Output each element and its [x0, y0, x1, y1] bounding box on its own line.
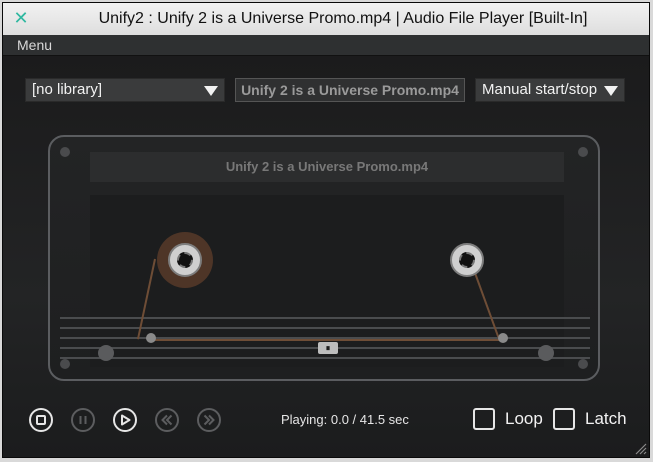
library-select[interactable]: [no library]: [25, 78, 225, 102]
right-reel: [450, 243, 484, 277]
reel-hub: [459, 252, 475, 268]
fast-forward-icon: [203, 414, 215, 426]
cassette-stripe: [60, 357, 590, 359]
window-title: Unify2 : Unify 2 is a Universe Promo.mp4…: [98, 10, 588, 27]
screw: [60, 359, 70, 369]
cassette-stripe: [60, 317, 590, 319]
tape-guide: [146, 333, 156, 343]
center-marker: ⏸: [318, 342, 338, 354]
file-name-display: Unify 2 is a Universe Promo.mp4: [235, 78, 465, 102]
menu-button[interactable]: Menu: [17, 35, 52, 55]
rewind-button[interactable]: [155, 408, 179, 432]
latch-label: Latch: [585, 409, 627, 428]
play-icon: [121, 414, 131, 426]
audio-player-window: ✕ Unify2 : Unify 2 is a Universe Promo.m…: [2, 2, 650, 458]
title-bar[interactable]: ✕ Unify2 : Unify 2 is a Universe Promo.m…: [3, 3, 649, 36]
left-reel: [168, 243, 202, 277]
stop-icon: [36, 415, 46, 425]
playback-status: Playing: 0.0 / 41.5 sec: [281, 412, 409, 427]
cassette-label: Unify 2 is a Universe Promo.mp4: [90, 152, 564, 182]
rewind-icon: [161, 414, 173, 426]
start-mode-value: Manual start/stop: [482, 81, 598, 98]
fast-forward-button[interactable]: [197, 408, 221, 432]
capstan: [538, 345, 554, 361]
loop-label: Loop: [505, 409, 543, 428]
latch-checkbox[interactable]: [553, 408, 575, 430]
reel-hub: [177, 252, 193, 268]
chevron-down-icon: [204, 86, 218, 96]
screw: [578, 359, 588, 369]
resize-grip-icon[interactable]: [631, 439, 647, 455]
close-icon[interactable]: ✕: [11, 9, 31, 29]
tape-line: [150, 339, 504, 341]
play-button[interactable]: [113, 408, 137, 432]
chevron-down-icon: [604, 86, 618, 96]
menu-bar: Menu: [3, 35, 649, 56]
tape-guide: [498, 333, 508, 343]
loop-checkbox[interactable]: [473, 408, 495, 430]
capstan: [98, 345, 114, 361]
start-mode-select[interactable]: Manual start/stop: [475, 78, 625, 102]
pause-icon: [79, 416, 87, 424]
player-panel: [no library] Unify 2 is a Universe Promo…: [3, 56, 649, 457]
screw: [60, 147, 70, 157]
cassette-graphic: Unify 2 is a Universe Promo.mp4 ⏸: [48, 135, 600, 381]
pause-button[interactable]: [71, 408, 95, 432]
library-select-value: [no library]: [32, 81, 103, 98]
screw: [578, 147, 588, 157]
stop-button[interactable]: [29, 408, 53, 432]
